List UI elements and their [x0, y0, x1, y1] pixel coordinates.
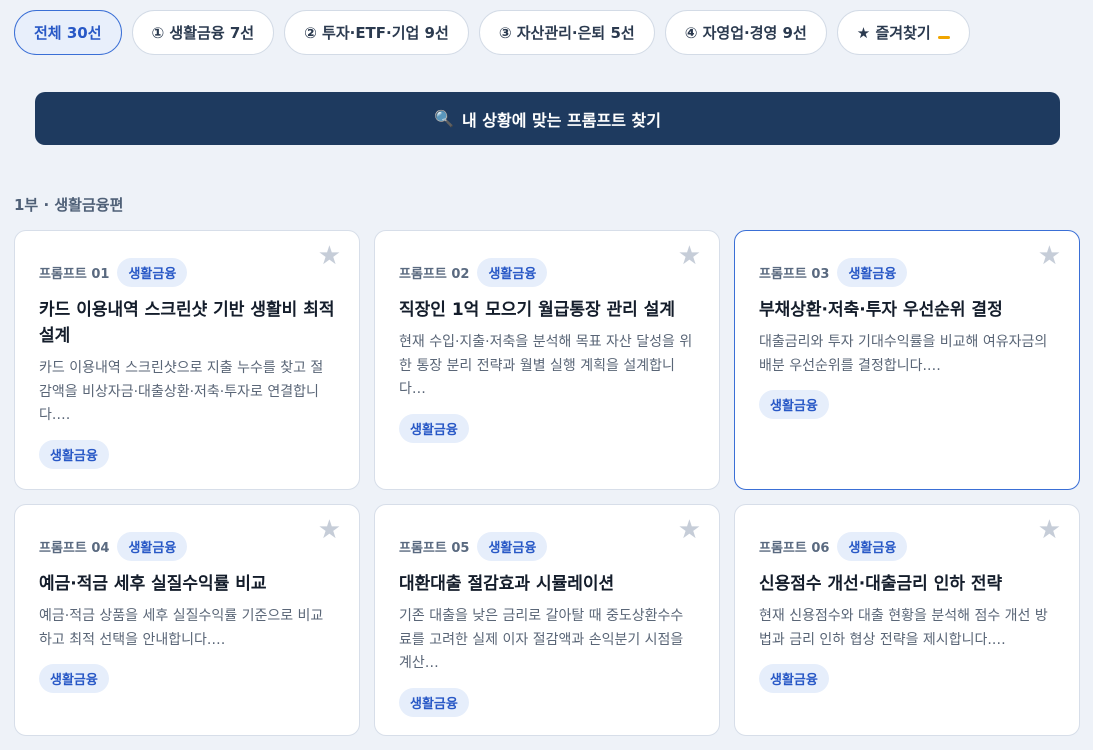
category-tag: 생활금융 [399, 413, 469, 443]
tab-label: ③ 자산관리·은퇴 5선 [498, 24, 635, 42]
prompt-card[interactable]: ★ 프롬프트 04 생활금융 예금·적금 세후 실질수익률 비교 예금·적금 상… [14, 504, 360, 736]
card-title: 대환대출 절감효과 시뮬레이션 [399, 574, 615, 594]
tab-label: ④ 자영업·경영 9선 [684, 24, 807, 42]
category-tag: 생활금융 [39, 439, 109, 469]
tab-label: 전체 30선 [34, 24, 102, 42]
favorites-count-dash [937, 35, 950, 39]
card-title: 카드 이용내역 스크린샷 기반 생활비 최적 설계 [39, 300, 335, 346]
prompt-card[interactable]: ★ 프롬프트 01 생활금융 카드 이용내역 스크린샷 기반 생활비 최적 설계… [14, 230, 360, 490]
prompt-card[interactable]: ★ 프롬프트 03 생활금융 부채상환·저축·투자 우선순위 결정 대출금리와 … [734, 230, 1080, 490]
star-icon[interactable]: ★ [1038, 517, 1061, 543]
find-prompt-label: 내 상황에 맞는 프롬프트 찾기 [462, 110, 661, 130]
category-badge: 생활금융 [117, 532, 188, 561]
prompt-number: 프롬프트 03 [759, 267, 830, 282]
section-title: 1부 · 생활금융편 [14, 196, 124, 214]
star-icon[interactable]: ★ [318, 517, 341, 543]
star-icon[interactable]: ★ [318, 243, 341, 269]
prompt-card[interactable]: ★ 프롬프트 05 생활금융 대환대출 절감효과 시뮬레이션 기존 대출을 낮은… [374, 504, 720, 736]
prompt-number: 프롬프트 06 [759, 541, 830, 556]
card-description: 현재 신용점수와 대출 현황을 분석해 점수 개선 방법과 금리 인하 협상 전… [759, 608, 1048, 648]
category-tag: 생활금융 [759, 390, 829, 419]
tab-favorites[interactable]: ★ 즐겨찾기 [836, 10, 970, 55]
card-title: 예금·적금 세후 실질수익률 비교 [39, 574, 267, 594]
card-description: 현재 수입·지출·저축을 분석해 목표 자산 달성을 위한 통장 분리 전략과 … [399, 334, 693, 397]
tab-label: ① 생활금융 7선 [151, 24, 255, 42]
star-icon[interactable]: ★ [678, 517, 701, 543]
category-badge: 생활금융 [477, 532, 548, 561]
tab-asset-retirement[interactable]: ③ 자산관리·은퇴 5선 [478, 10, 655, 55]
prompt-card[interactable]: ★ 프롬프트 06 생활금융 신용점수 개선·대출금리 인하 전략 현재 신용점… [734, 504, 1080, 736]
prompt-number: 프롬프트 04 [39, 541, 110, 556]
prompt-card-grid: ★ 프롬프트 01 생활금융 카드 이용내역 스크린샷 기반 생활비 최적 설계… [14, 230, 1080, 736]
category-tag: 생활금융 [39, 664, 109, 693]
tab-label: ② 투자·ETF·기업 9선 [304, 24, 449, 42]
prompt-card[interactable]: ★ 프롬프트 02 생활금융 직장인 1억 모으기 월급통장 관리 설계 현재 … [374, 230, 720, 490]
prompt-number: 프롬프트 02 [399, 267, 470, 282]
card-title: 신용점수 개선·대출금리 인하 전략 [759, 574, 1003, 594]
category-tag: 생활금융 [759, 664, 829, 693]
star-icon[interactable]: ★ [678, 243, 701, 269]
tab-living-finance[interactable]: ① 생활금융 7선 [131, 10, 275, 55]
prompt-number: 프롬프트 05 [399, 541, 470, 556]
prompt-number: 프롬프트 01 [39, 267, 110, 282]
category-badge: 생활금융 [837, 532, 908, 561]
find-prompt-button[interactable]: 🔍 내 상황에 맞는 프롬프트 찾기 [35, 92, 1060, 145]
tab-investment-etf[interactable]: ② 투자·ETF·기업 9선 [284, 10, 469, 55]
tab-label: ★ 즐겨찾기 [856, 24, 931, 42]
card-description: 예금·적금 상품을 세후 실질수익률 기준으로 비교하고 최적 선택을 안내합니… [39, 608, 324, 648]
tab-self-employed[interactable]: ④ 자영업·경영 9선 [664, 10, 827, 55]
card-description: 대출금리와 투자 기대수익률을 비교해 여유자금의 배분 우선순위를 결정합니다… [759, 334, 1048, 374]
category-badge: 생활금융 [837, 258, 908, 287]
card-description: 기존 대출을 낮은 금리로 갈아탈 때 중도상환수수료를 고려한 실제 이자 절… [399, 608, 684, 671]
card-title: 부채상환·저축·투자 우선순위 결정 [759, 300, 1003, 320]
search-icon: 🔍 [434, 109, 454, 128]
card-description: 카드 이용내역 스크린샷으로 지출 누수를 찾고 절감액을 비상자금·대출상환·… [39, 360, 324, 423]
card-title: 직장인 1억 모으기 월급통장 관리 설계 [399, 300, 676, 320]
tab-all[interactable]: 전체 30선 [14, 10, 122, 55]
category-tag: 생활금융 [399, 687, 469, 717]
category-badge: 생활금융 [477, 258, 548, 287]
category-badge: 생활금융 [117, 258, 188, 287]
star-icon[interactable]: ★ [1038, 243, 1061, 269]
filter-tabs: 전체 30선 ① 생활금융 7선 ② 투자·ETF·기업 9선 ③ 자산관리·은… [14, 10, 970, 55]
